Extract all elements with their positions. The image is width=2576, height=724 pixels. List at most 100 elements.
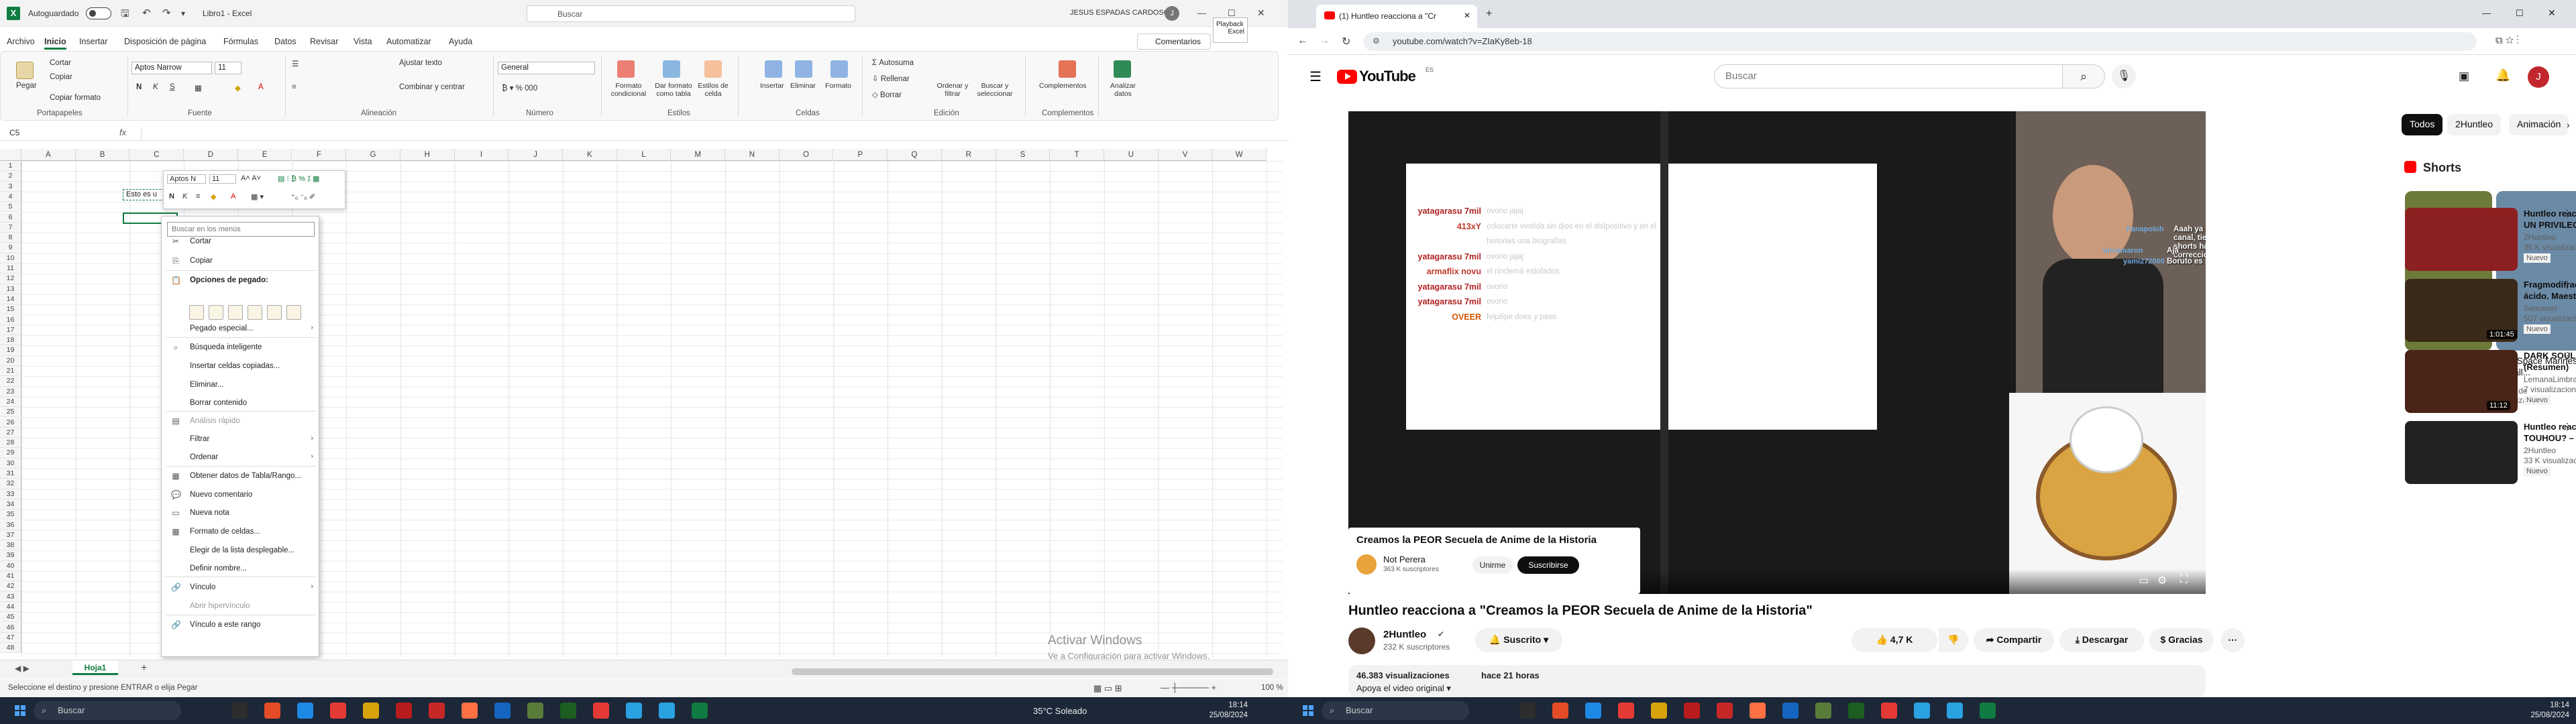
tab-automatizar[interactable]: Automatizar (386, 37, 431, 46)
more-icon[interactable]: ⋮ (2563, 208, 2572, 219)
column-header[interactable]: O (779, 149, 834, 161)
avatar[interactable]: J (1165, 6, 1179, 21)
tab-disposicion[interactable]: Disposición de página (124, 37, 206, 46)
row-header[interactable]: 4 (0, 191, 21, 202)
clear-button[interactable]: ◇ Borrar (872, 90, 902, 99)
taskbar-app-icon[interactable] (297, 703, 313, 719)
row-header[interactable]: 16 (0, 314, 21, 325)
subtitles-icon[interactable]: ▭ (2139, 574, 2149, 587)
format-cells-icon[interactable] (830, 60, 848, 78)
currency-icon[interactable]: ₿ ▾ % 000 (502, 83, 537, 93)
rec-channel[interactable]: 2Huntleo (2524, 233, 2576, 242)
cell-styles-icon[interactable] (704, 60, 722, 78)
row-header[interactable]: 15 (0, 304, 21, 315)
browser-tab-youtube[interactable]: (1) Huntleo reacciona a "Cr (1316, 5, 1477, 28)
column-header[interactable]: M (671, 149, 726, 161)
column-header[interactable]: I (454, 149, 509, 161)
youtube-logo-text[interactable]: YouTube (1359, 68, 1416, 85)
column-header[interactable]: T (1050, 149, 1104, 161)
taskbar-app-icon[interactable] (1980, 703, 1996, 719)
row-header[interactable]: 37 (0, 530, 21, 541)
row-header[interactable]: 12 (0, 274, 21, 284)
context-menu-item[interactable]: Ordenar › (162, 450, 320, 465)
delete-cells-icon[interactable] (795, 60, 812, 78)
mini-size-select[interactable]: 11 (209, 174, 236, 184)
column-header[interactable]: S (996, 149, 1051, 161)
start-icon[interactable] (1303, 705, 1313, 716)
rec-thumbnail[interactable] (2405, 208, 2518, 271)
cond-format-icon[interactable] (617, 60, 635, 78)
paste-format-icon[interactable] (267, 305, 282, 320)
addins-button[interactable]: Complementos (1039, 82, 1087, 90)
mic-icon[interactable]: 🎙 (2112, 64, 2136, 88)
row-header[interactable]: 25 (0, 407, 21, 418)
taskbar-clock[interactable]: 18:14 25/08/2024 (2522, 701, 2569, 721)
column-header[interactable]: W (1212, 149, 1267, 161)
yt-search-button[interactable]: ⌕ (2062, 64, 2105, 88)
context-menu-item[interactable]: Insertar celdas copiadas... (162, 359, 320, 374)
tab-close-icon[interactable]: ✕ (1464, 11, 1470, 20)
mini-italic-icon[interactable]: K (182, 192, 187, 200)
row-header[interactable]: 27 (0, 427, 21, 438)
row-header[interactable]: 28 (0, 438, 21, 448)
row-header[interactable]: 5 (0, 202, 21, 213)
row-header[interactable]: 11 (0, 263, 21, 274)
context-menu-item[interactable]: ✂ Cortar (162, 235, 320, 249)
column-header[interactable]: D (184, 149, 238, 161)
format-button[interactable]: Formato (825, 82, 851, 90)
row-header[interactable]: 44 (0, 601, 21, 613)
context-menu-item[interactable]: 🔗 Vínculo › (162, 581, 320, 595)
taskbar-app-icon[interactable] (462, 703, 478, 719)
window-minimize-icon[interactable]: — (2482, 8, 2491, 18)
taskbar-app-icon[interactable] (1618, 703, 1634, 719)
paste-transpose-icon[interactable] (248, 305, 262, 320)
row-header[interactable]: 14 (0, 294, 21, 305)
reload-icon[interactable]: ↻ (1342, 35, 1350, 48)
settings-icon[interactable]: ⚙ (2157, 574, 2167, 587)
tab-ayuda[interactable]: Ayuda (449, 37, 472, 46)
more-icon[interactable]: ⋮ (2563, 350, 2572, 361)
taskbar-app-icon[interactable] (659, 703, 675, 719)
taskbar-app-icon[interactable] (1684, 703, 1700, 719)
row-header[interactable]: 7 (0, 222, 21, 233)
mini-font-color-icon[interactable]: A (231, 192, 235, 200)
chip-todos[interactable]: Todos (2402, 114, 2443, 135)
taskbar-app-icon[interactable] (264, 703, 280, 719)
taskbar-app-icon[interactable] (1519, 703, 1536, 719)
taskbar-app-icon[interactable] (330, 703, 346, 719)
row-header[interactable]: 35 (0, 509, 21, 520)
fx-icon[interactable]: fx (119, 127, 126, 137)
rec-thumbnail[interactable] (2405, 421, 2518, 484)
rec-channel[interactable]: Semaniel (2524, 304, 2576, 313)
taskbar-app-icon[interactable] (1717, 703, 1733, 719)
mini-fill-icon[interactable]: ◆ (211, 192, 216, 201)
add-sheet-icon[interactable]: + (141, 662, 147, 674)
number-format-select[interactable]: General (498, 62, 595, 74)
excel-search-input[interactable]: Buscar (527, 5, 855, 22)
border-icon[interactable]: ▦ (195, 83, 202, 93)
row-header[interactable]: 3 (0, 181, 21, 192)
zoom-slider[interactable]: — ┼───── + (1161, 682, 1216, 692)
copy-button[interactable]: Copiar (50, 73, 72, 81)
undo-icon[interactable]: ↶ (142, 7, 151, 19)
thanks-button[interactable]: $ Gracias (2149, 628, 2214, 652)
column-header[interactable]: A (21, 149, 76, 161)
taskbar-app-icon[interactable] (429, 703, 445, 719)
context-menu-item[interactable]: 💬 Nuevo comentario (162, 488, 320, 503)
weather-widget[interactable]: 35°C Soleado (1033, 706, 1087, 716)
paste-button[interactable]: Pegar (16, 82, 37, 90)
row-header[interactable]: 46 (0, 622, 21, 633)
subscribed-button[interactable]: 🔔 Suscrito ▾ (1475, 628, 1562, 652)
context-menu-item[interactable]: Elegir de la lista desplegable... (162, 544, 320, 558)
row-header[interactable]: 30 (0, 458, 21, 469)
column-header[interactable]: E (237, 149, 292, 161)
context-menu-item[interactable]: 🔗 Vínculo a este rango (162, 618, 320, 633)
taskbar-app-icon[interactable] (626, 703, 642, 719)
view-normal-icon[interactable]: ▦ ▭ ⊞ (1093, 683, 1122, 694)
taskbar-app-icon[interactable] (593, 703, 609, 719)
analyze-data-icon[interactable] (1114, 60, 1131, 78)
paste-link-icon[interactable] (286, 305, 301, 320)
row-header[interactable]: 36 (0, 520, 21, 530)
customize-qat-icon[interactable]: ▾ (181, 9, 185, 18)
row-header[interactable]: 42 (0, 581, 21, 592)
